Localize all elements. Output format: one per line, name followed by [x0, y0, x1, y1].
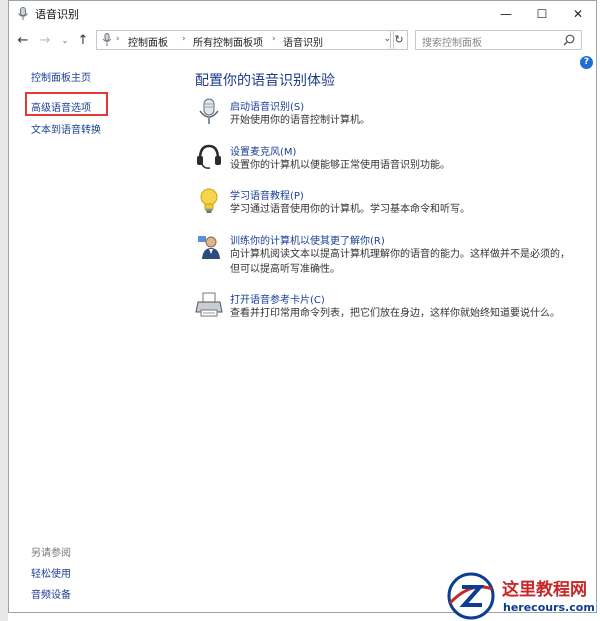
forward-button[interactable]: →: [37, 32, 53, 50]
maximize-button[interactable]: ☐: [524, 1, 560, 27]
speech-recognition-window: 语音识别 — ☐ ✕ ← → ⌄ ↑ › 控制面板 › 所有控制面板项 › 语音…: [8, 0, 597, 613]
watermark-name: 这里教程网: [502, 580, 587, 600]
breadcrumb-all-items[interactable]: 所有控制面板项: [193, 34, 263, 49]
breadcrumb-separator: ›: [272, 34, 276, 44]
setup-microphone-description: 设置你的计算机以便能够正常使用语音识别功能。: [230, 160, 450, 171]
start-speech-recognition-link[interactable]: 启动语音识别(S): [230, 98, 304, 113]
up-button[interactable]: ↑: [75, 32, 91, 50]
speech-tutorial-link[interactable]: 学习语音教程(P): [230, 187, 304, 202]
microphone-icon: [102, 33, 112, 46]
reference-card-link[interactable]: 打开语音参考卡片(C): [230, 291, 325, 306]
headset-icon: [197, 144, 221, 169]
microphone-icon: [18, 7, 28, 20]
breadcrumb-separator: ›: [182, 34, 186, 44]
search-placeholder: 搜索控制面板: [422, 38, 482, 49]
printer-icon: [195, 292, 223, 317]
help-icon[interactable]: ?: [580, 56, 593, 69]
refresh-button[interactable]: ↻: [390, 30, 408, 50]
page-title: 配置你的语音识别体验: [195, 73, 335, 89]
speech-tutorial-item: 学习语音教程(P) 学习通过语音使用你的计算机。学习基本命令和听写。: [195, 187, 575, 221]
user-training-icon: [198, 236, 220, 259]
start-speech-recognition-item: 启动语音识别(S) 开始使用你的语音控制计算机。: [195, 98, 575, 132]
speech-tutorial-description: 学习通过语音使用你的计算机。学习基本命令和听写。: [230, 204, 470, 215]
control-panel-home-link[interactable]: 控制面板主页: [31, 69, 91, 84]
train-computer-link[interactable]: 训练你的计算机以使其更了解你(R): [230, 232, 385, 247]
search-box[interactable]: 搜索控制面板: [415, 30, 582, 50]
watermark-url: herecours.com: [503, 601, 595, 614]
recent-locations-button[interactable]: ⌄: [57, 32, 73, 50]
search-icon[interactable]: [563, 34, 575, 46]
minimize-button[interactable]: —: [488, 1, 524, 27]
breadcrumb-speech-recognition[interactable]: 语音识别: [283, 34, 323, 49]
setup-microphone-item: 设置麦克风(M) 设置你的计算机以便能够正常使用语音识别功能。: [195, 143, 575, 177]
train-computer-description: 向计算机阅读文本以提高计算机理解你的语音的能力。这样做并不是必须的，但可以提高听…: [230, 249, 570, 275]
ease-of-access-link[interactable]: 轻松使用: [31, 565, 71, 580]
navigation-bar: ← → ⌄ ↑ › 控制面板 › 所有控制面板项 › 语音识别 ⌄ ↻ 搜索控制…: [9, 29, 596, 53]
back-button[interactable]: ←: [15, 32, 31, 50]
microphone-icon: [199, 98, 219, 124]
see-also-heading: 另请参阅: [31, 548, 71, 559]
site-watermark: 这里教程网 herecours.com: [446, 571, 600, 621]
title-bar: 语音识别 — ☐ ✕: [9, 1, 596, 27]
setup-microphone-link[interactable]: 设置麦克风(M): [230, 143, 296, 158]
site-logo-icon: [447, 572, 495, 620]
breadcrumb-control-panel[interactable]: 控制面板: [128, 34, 168, 49]
window-title: 语音识别: [35, 8, 79, 21]
text-to-speech-link[interactable]: 文本到语音转换: [31, 121, 101, 136]
reference-card-item: 打开语音参考卡片(C) 查看并打印常用命令列表，把它们放在身边，这样你就始终知道…: [195, 291, 575, 325]
breadcrumb-separator: ›: [116, 34, 120, 44]
background-window-edge: [0, 0, 8, 621]
advanced-speech-options-link[interactable]: 高级语音选项: [31, 99, 91, 114]
lightbulb-icon: [200, 188, 218, 213]
train-computer-item: 训练你的计算机以使其更了解你(R) 向计算机阅读文本以提高计算机理解你的语音的能…: [195, 232, 575, 280]
audio-devices-link[interactable]: 音频设备: [31, 586, 71, 601]
close-button[interactable]: ✕: [560, 1, 596, 27]
address-bar[interactable]: › 控制面板 › 所有控制面板项 › 语音识别 ⌄: [96, 30, 394, 50]
start-speech-recognition-description: 开始使用你的语音控制计算机。: [230, 115, 370, 126]
reference-card-description: 查看并打印常用命令列表，把它们放在身边，这样你就始终知道要说什么。: [230, 308, 560, 319]
